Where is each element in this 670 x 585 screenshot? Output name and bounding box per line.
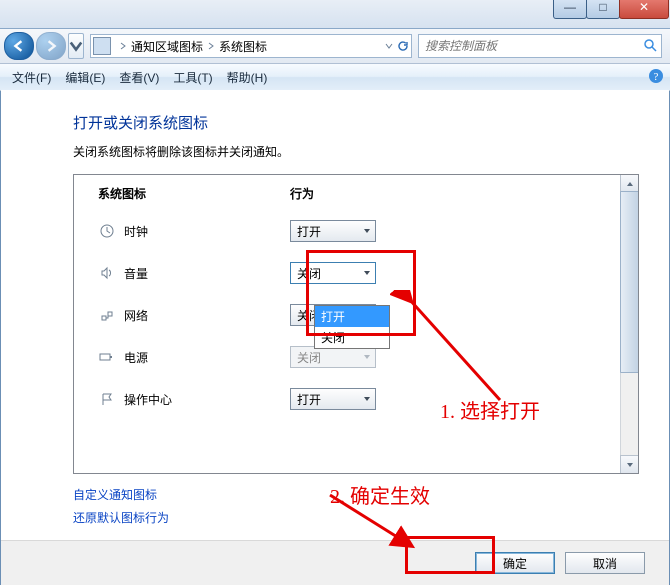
link-restore-default[interactable]: 还原默认图标行为 [73, 509, 639, 526]
combo-action-center[interactable]: 打开 [290, 388, 376, 410]
combo-value: 打开 [297, 391, 321, 408]
search-icon[interactable] [643, 38, 657, 55]
back-button[interactable] [4, 32, 34, 60]
menu-tools[interactable]: 工具(T) [167, 66, 218, 89]
combo-value: 关闭 [297, 349, 321, 366]
scroll-thumb[interactable] [620, 191, 639, 373]
search-input[interactable] [423, 38, 643, 54]
cancel-button[interactable]: 取消 [565, 552, 645, 574]
row-label: 音量 [124, 265, 290, 282]
chevron-down-icon [363, 350, 371, 364]
breadcrumb-item[interactable]: 系统图标 [219, 38, 267, 55]
titlebar: — □ ✕ [0, 0, 670, 29]
chevron-down-icon [69, 39, 83, 53]
ok-button[interactable]: 确定 [475, 552, 555, 574]
scroll-down-button[interactable] [620, 455, 639, 474]
svg-text:?: ? [654, 71, 659, 83]
dropdown-option-close[interactable]: 关闭 [315, 327, 389, 348]
help-icon[interactable]: ? [648, 68, 664, 87]
search-box[interactable] [418, 34, 662, 58]
chevron-right-icon [207, 39, 215, 53]
scrollbar[interactable] [620, 175, 638, 473]
breadcrumb[interactable]: 通知区域图标 系统图标 [90, 34, 412, 58]
column-header-icon: 系统图标 [98, 185, 290, 202]
location-icon [93, 37, 111, 55]
combo-clock[interactable]: 打开 [290, 220, 376, 242]
chevron-down-icon [385, 42, 393, 50]
column-header-behavior: 行为 [290, 185, 314, 202]
breadcrumb-item[interactable]: 通知区域图标 [131, 38, 203, 55]
menu-file[interactable]: 文件(F) [6, 66, 57, 89]
icon-list: 系统图标 行为 时钟 打开 音量 关闭 [73, 174, 639, 474]
volume-icon [98, 265, 116, 281]
page-title: 打开或关闭系统图标 [73, 112, 639, 133]
arrow-left-icon [13, 40, 25, 52]
row-label: 网络 [124, 307, 290, 324]
network-icon [98, 307, 116, 323]
window: — □ ✕ 通知区域图标 系统图标 [0, 0, 670, 585]
arrow-right-icon [45, 40, 57, 52]
navbar: 通知区域图标 系统图标 [0, 29, 670, 64]
row-label: 电源 [124, 349, 290, 366]
link-group: 自定义通知图标 还原默认图标行为 [73, 486, 639, 526]
chevron-down-icon [363, 392, 371, 406]
combo-value: 关闭 [297, 265, 321, 282]
row-label: 操作中心 [124, 391, 290, 408]
combo-value: 打开 [297, 223, 321, 240]
minimize-button[interactable]: — [553, 0, 587, 19]
row-label: 时钟 [124, 223, 290, 240]
combo-volume-dropdown[interactable]: 打开 关闭 [314, 305, 390, 349]
maximize-button[interactable]: □ [586, 0, 620, 19]
row-clock: 时钟 打开 [98, 216, 610, 246]
refresh-icon[interactable] [397, 40, 409, 52]
row-action-center: 操作中心 打开 [98, 384, 610, 414]
menu-help[interactable]: 帮助(H) [221, 66, 274, 89]
footer: 确定 取消 [1, 540, 669, 585]
window-controls: — □ ✕ [554, 0, 669, 19]
chevron-right-icon [119, 39, 127, 53]
close-button[interactable]: ✕ [619, 0, 669, 19]
menubar: 文件(F) 编辑(E) 查看(V) 工具(T) 帮助(H) ? [0, 64, 670, 91]
dropdown-option-open[interactable]: 打开 [315, 306, 389, 327]
clock-icon [98, 223, 116, 239]
flag-icon [98, 391, 116, 407]
history-dropdown-button[interactable] [68, 33, 84, 59]
menu-edit[interactable]: 编辑(E) [59, 66, 111, 89]
link-customize-icons[interactable]: 自定义通知图标 [73, 486, 639, 503]
combo-power: 关闭 [290, 346, 376, 368]
content-area: 打开或关闭系统图标 关闭系统图标将删除该图标并关闭通知。 系统图标 行为 时钟 … [1, 90, 669, 585]
page-description: 关闭系统图标将删除该图标并关闭通知。 [73, 143, 639, 160]
menu-view[interactable]: 查看(V) [113, 66, 165, 89]
chevron-down-icon [363, 224, 371, 238]
power-icon [98, 349, 116, 365]
row-volume: 音量 关闭 [98, 258, 610, 288]
chevron-down-icon [363, 266, 371, 280]
forward-button[interactable] [36, 32, 66, 60]
combo-volume[interactable]: 关闭 [290, 262, 376, 284]
